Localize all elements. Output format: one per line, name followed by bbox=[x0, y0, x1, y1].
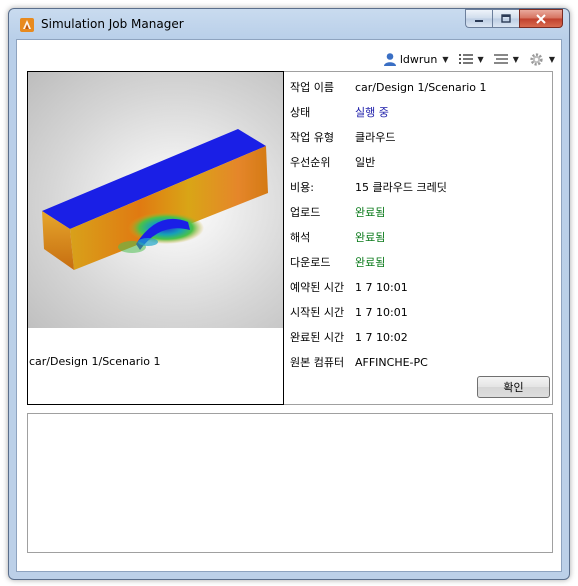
property-row: 비용: 15 클라우드 크레딧 bbox=[290, 178, 552, 196]
maximize-icon bbox=[501, 14, 511, 23]
property-label: 해석 bbox=[290, 231, 311, 244]
property-row: 상태 실행 중 bbox=[290, 103, 552, 121]
property-label: 시작된 시간 bbox=[290, 306, 345, 319]
property-value: 15 클라우드 크레딧 bbox=[355, 181, 447, 194]
property-label: 완료된 시간 bbox=[290, 331, 345, 344]
job-manager-window: Simulation Job Manager ldwrun ▼ ▼ ▼ ▼ ca… bbox=[8, 8, 570, 580]
minimize-icon bbox=[475, 19, 483, 22]
property-label: 우선순위 bbox=[290, 156, 331, 169]
property-label: 업로드 bbox=[290, 206, 321, 219]
property-row: 업로드 완료됨 bbox=[290, 203, 552, 221]
gear-icon bbox=[530, 52, 543, 66]
job-thumbnail-card: car/Design 1/Scenario 1 bbox=[27, 71, 284, 405]
property-value: 1 7 10:01 bbox=[355, 280, 408, 294]
simulation-model-image bbox=[42, 129, 268, 270]
title-bar[interactable]: Simulation Job Manager bbox=[9, 9, 569, 39]
ok-button[interactable]: 확인 bbox=[477, 376, 550, 398]
toolbar: ldwrun ▼ ▼ ▼ ▼ bbox=[17, 48, 561, 70]
chevron-down-icon: ▼ bbox=[512, 54, 519, 64]
minimize-button[interactable] bbox=[465, 9, 492, 28]
property-value: 1 7 10:01 bbox=[355, 305, 408, 319]
property-label: 작업 이름 bbox=[290, 81, 334, 94]
list-view-menu[interactable]: ▼ bbox=[458, 53, 484, 65]
property-row: 원본 컴퓨터 AFFINCHE-PC bbox=[290, 353, 552, 371]
property-label: 원본 컴퓨터 bbox=[290, 356, 345, 369]
autodesk-sim-icon bbox=[20, 18, 34, 32]
property-value: AFFINCHE-PC bbox=[355, 355, 428, 369]
property-row: 시작된 시간 1 7 10:01 bbox=[290, 303, 552, 321]
window-controls bbox=[465, 9, 563, 28]
property-row: 완료된 시간 1 7 10:02 bbox=[290, 328, 552, 346]
close-button[interactable] bbox=[519, 9, 563, 28]
maximize-button[interactable] bbox=[492, 9, 519, 28]
property-label: 예약된 시간 bbox=[290, 281, 345, 294]
window-title: Simulation Job Manager bbox=[41, 17, 184, 31]
property-row: 작업 유형 클라우드 bbox=[290, 128, 552, 146]
property-value: 완료됨 bbox=[355, 206, 386, 219]
property-value: 실행 중 bbox=[355, 106, 389, 119]
job-list-area bbox=[27, 413, 553, 553]
job-properties: 작업 이름 car/Design 1/Scenario 1 상태 실행 중작업 유형 클… bbox=[290, 72, 552, 404]
filter-menu[interactable]: ▼ bbox=[493, 53, 519, 65]
settings-menu[interactable]: ▼ bbox=[529, 52, 555, 67]
user-menu[interactable]: ldwrun ▼ bbox=[383, 52, 449, 67]
property-label: 작업 유형 bbox=[290, 131, 334, 144]
property-value: car/Design 1/Scenario 1 bbox=[355, 80, 487, 94]
chevron-down-icon: ▼ bbox=[548, 54, 555, 64]
property-value: 일반 bbox=[355, 156, 376, 169]
property-value: 완료됨 bbox=[355, 256, 386, 269]
property-value: 클라우드 bbox=[355, 131, 396, 144]
property-row: 다운로드 완료됨 bbox=[290, 253, 552, 271]
property-label: 비용: bbox=[290, 181, 314, 194]
username-label: ldwrun bbox=[399, 52, 438, 66]
list-view-icon bbox=[458, 54, 473, 64]
client-area: ldwrun ▼ ▼ ▼ ▼ car/Design 1/Scenario 1 작… bbox=[16, 39, 562, 572]
user-icon bbox=[383, 52, 396, 66]
job-detail-panel: car/Design 1/Scenario 1 작업 이름 car/Design … bbox=[27, 71, 553, 405]
property-value: 1 7 10:02 bbox=[355, 330, 408, 344]
close-icon bbox=[536, 13, 546, 24]
property-row: 우선순위 일반 bbox=[290, 153, 552, 171]
filter-list-icon bbox=[493, 54, 508, 64]
property-row: 해석 완료됨 bbox=[290, 228, 552, 246]
thumbnail-caption: car/Design 1/Scenario 1 bbox=[29, 355, 161, 368]
chevron-down-icon: ▼ bbox=[442, 54, 449, 64]
property-label: 다운로드 bbox=[290, 256, 331, 269]
simulation-result-preview bbox=[28, 72, 283, 328]
chevron-down-icon: ▼ bbox=[477, 54, 484, 64]
property-value: 완료됨 bbox=[355, 231, 386, 244]
property-row: 예약된 시간 1 7 10:01 bbox=[290, 278, 552, 296]
property-label: 상태 bbox=[290, 106, 311, 119]
property-row: 작업 이름 car/Design 1/Scenario 1 bbox=[290, 78, 552, 96]
